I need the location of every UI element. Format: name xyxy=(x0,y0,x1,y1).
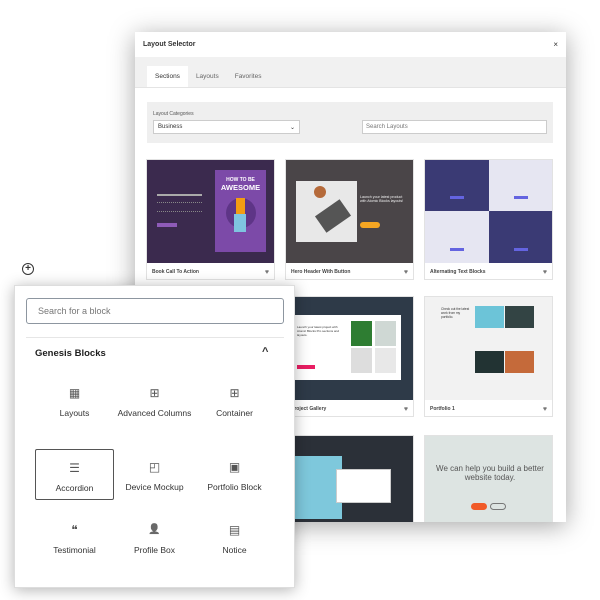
heart-icon[interactable]: ♥ xyxy=(404,269,408,276)
category-heading[interactable]: Genesis Blocks xyxy=(35,348,106,359)
block-label: Container xyxy=(216,408,253,418)
chevron-down-icon: ⌄ xyxy=(289,125,295,131)
block-label: Portfolio Block xyxy=(207,482,262,492)
modal-header: Layout Selector × xyxy=(135,32,566,57)
block-advanced-columns[interactable]: ⊞ Advanced Columns xyxy=(115,384,194,418)
tab-favorites[interactable]: Favorites xyxy=(227,66,270,87)
thumb-text: Check out the latest work from my portfo… xyxy=(441,307,470,319)
close-icon[interactable]: × xyxy=(553,40,558,49)
modal-title: Layout Selector xyxy=(143,41,196,48)
layout-card[interactable]: Check out the latest work from my portfo… xyxy=(424,296,553,417)
heart-icon[interactable]: ♥ xyxy=(265,269,269,276)
divider xyxy=(26,337,284,338)
layout-card[interactable]: Launch your latest product with Atomic B… xyxy=(285,159,414,280)
card-title: Alternating Text Blocks xyxy=(430,269,486,275)
block-portfolio-block[interactable]: ▣ Portfolio Block xyxy=(195,458,274,492)
card-title: Project Gallery xyxy=(291,406,327,412)
thumbnail xyxy=(286,436,413,522)
card-title: Portfolio 1 xyxy=(430,406,455,412)
card-title: Book Call To Action xyxy=(152,269,199,275)
block-label: Advanced Columns xyxy=(117,408,192,418)
layout-card[interactable] xyxy=(285,435,414,522)
block-notice[interactable]: ▤ Notice xyxy=(195,521,274,555)
layout-card[interactable]: HOW TO BE AWESOME Book Call To Action ♥ xyxy=(146,159,275,280)
block-label: Notice xyxy=(222,545,247,555)
thumbnail: We can help you build a better website t… xyxy=(425,436,552,522)
category-label: Layout Categories xyxy=(153,111,194,117)
thumb-text: Launch your latest project with Atomic B… xyxy=(297,325,340,337)
tab-bar: Sections Layouts Favorites xyxy=(135,57,566,88)
thumbnail: Check out the latest work from my portfo… xyxy=(425,297,552,400)
block-accordion[interactable]: ☰ Accordion xyxy=(35,449,114,500)
gallery-icon: ▣ xyxy=(228,460,241,474)
block-search-input[interactable]: Search for a block xyxy=(26,298,284,324)
columns-icon: ⊞ xyxy=(149,386,160,400)
container-icon: ⊞ xyxy=(229,386,240,400)
block-device-mockup[interactable]: ◰ Device Mockup xyxy=(115,458,194,492)
notice-icon: ▤ xyxy=(228,523,241,537)
block-layouts[interactable]: ▦ Layouts xyxy=(35,384,114,418)
block-profile-box[interactable]: 👤 Profile Box xyxy=(115,521,194,555)
tab-layouts[interactable]: Layouts xyxy=(188,66,227,87)
thumbnail xyxy=(425,160,552,263)
block-label: Layouts xyxy=(59,408,90,418)
layouts-icon: ▦ xyxy=(68,386,81,400)
device-icon: ◰ xyxy=(148,460,161,474)
filter-panel: Layout Categories Business ⌄ Search Layou… xyxy=(147,102,553,143)
thumb-text: AWESOME xyxy=(220,183,261,192)
category-select[interactable]: Business ⌄ xyxy=(153,120,300,134)
layout-card[interactable]: Launch your latest project with Atomic B… xyxy=(285,296,414,417)
thumbnail: Launch your latest product with Atomic B… xyxy=(286,160,413,263)
card-title: Hero Header With Button xyxy=(291,269,351,275)
quote-icon: ❝ xyxy=(71,523,78,537)
person-icon: 👤 xyxy=(148,524,161,535)
search-layouts-input[interactable]: Search Layouts xyxy=(362,120,547,134)
block-label: Profile Box xyxy=(133,545,176,555)
block-inserter: Search for a block Genesis Blocks ^ ▦ Lay… xyxy=(14,285,295,588)
category-value: Business xyxy=(158,124,183,130)
block-container[interactable]: ⊞ Container xyxy=(195,384,274,418)
heart-icon[interactable]: ♥ xyxy=(404,406,408,413)
layout-card[interactable]: Alternating Text Blocks ♥ xyxy=(424,159,553,280)
thumb-text: We can help you build a better website t… xyxy=(436,464,544,482)
list-icon: ☰ xyxy=(69,461,80,475)
heart-icon[interactable]: ♥ xyxy=(543,269,547,276)
thumb-text: Launch your latest product with Atomic B… xyxy=(360,195,404,203)
thumbnail: HOW TO BE AWESOME xyxy=(147,160,274,263)
block-label: Device Mockup xyxy=(125,482,184,492)
thumbnail: Launch your latest project with Atomic B… xyxy=(286,297,413,400)
tab-sections[interactable]: Sections xyxy=(147,66,188,87)
block-testimonial[interactable]: ❝ Testimonial xyxy=(35,521,114,555)
add-block-icon[interactable]: + xyxy=(22,263,34,275)
block-label: Accordion xyxy=(55,483,94,493)
layout-card[interactable]: We can help you build a better website t… xyxy=(424,435,553,522)
block-label: Testimonial xyxy=(53,545,96,555)
chevron-up-icon[interactable]: ^ xyxy=(262,346,268,358)
heart-icon[interactable]: ♥ xyxy=(543,406,547,413)
